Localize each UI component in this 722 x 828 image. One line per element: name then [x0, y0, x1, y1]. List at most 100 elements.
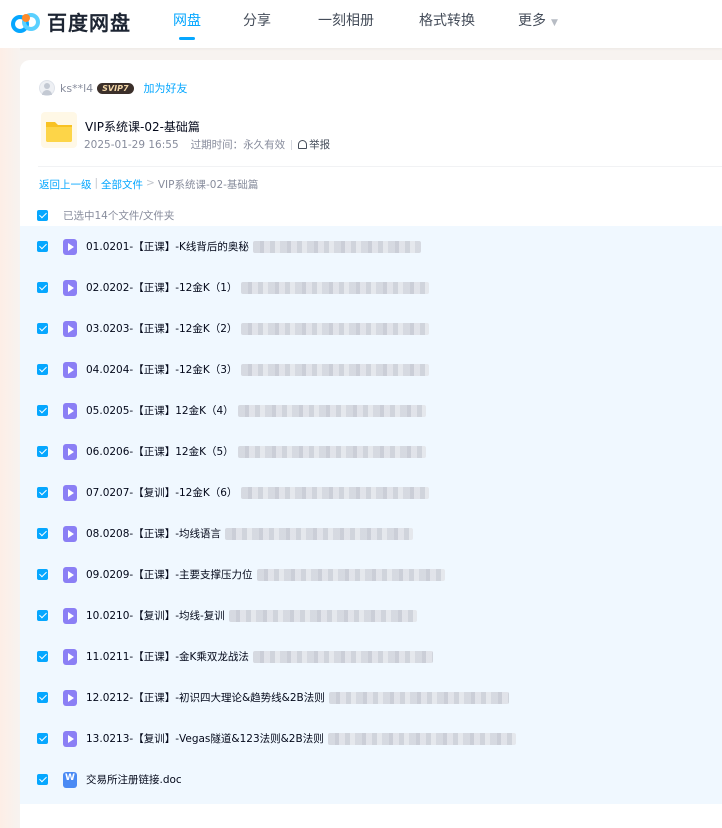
video-file-icon	[63, 607, 77, 624]
folder-title: VIP系统课-02-基础篇	[85, 120, 200, 134]
file-name[interactable]: 02.0202-【正课】-12金K（1）	[86, 280, 237, 295]
select-all-row: 已选中14个文件/文件夹	[37, 208, 174, 223]
file-row[interactable]: 13.0213-【复训】-Vegas隧道&123法则&2B法则	[20, 718, 722, 759]
file-checkbox[interactable]	[37, 241, 48, 252]
nav-tab-more[interactable]: 更多 ▼	[518, 0, 558, 48]
video-file-icon	[63, 484, 77, 501]
video-file-icon	[63, 443, 77, 460]
blurred-filename-tail	[252, 240, 421, 253]
file-row[interactable]: 07.0207-【复训】-12金K（6）	[20, 472, 722, 513]
alarm-icon	[298, 140, 308, 149]
blurred-filename-tail	[241, 281, 430, 294]
video-file-icon	[63, 361, 77, 378]
file-row[interactable]: 11.0211-【正课】-金K乘双龙战法	[20, 636, 722, 677]
logo[interactable]: 百度网盘	[11, 10, 131, 36]
nav-tab-label: 格式转换	[419, 13, 475, 29]
blurred-filename-tail	[225, 527, 413, 540]
blurred-filename-tail	[241, 363, 430, 376]
nav-tab-label: 更多	[518, 13, 546, 29]
file-name[interactable]: 12.0212-【正课】-初识四大理论&趋势线&2B法则	[86, 690, 325, 705]
top-nav-bar: 百度网盘 网盘 分享 一刻相册 格式转换 更多 ▼	[0, 0, 722, 48]
svip-badge: SVIP7	[97, 82, 134, 94]
file-name[interactable]: 05.0205-【正课】12金K（4）	[86, 403, 234, 418]
file-list: 01.0201-【正课】-K线背后的奥秘 02.0202-【正课】-12金K（1…	[20, 226, 722, 804]
divider	[291, 139, 293, 150]
file-checkbox[interactable]	[37, 282, 48, 293]
sharer-info: ks**l4 SVIP7 加为好友	[39, 80, 188, 96]
nav-tab-label: 一刻相册	[318, 13, 374, 29]
breadcrumb-back-link[interactable]: 返回上一级	[39, 177, 92, 192]
file-row[interactable]: 12.0212-【正课】-初识四大理论&趋势线&2B法则	[20, 677, 722, 718]
file-checkbox[interactable]	[37, 528, 48, 539]
select-all-checkbox[interactable]	[37, 210, 48, 221]
logo-text: 百度网盘	[47, 11, 131, 35]
file-name[interactable]: 06.0206-【正课】12金K（5）	[86, 444, 234, 459]
file-row[interactable]: 03.0203-【正课】-12金K（2）	[20, 308, 722, 349]
file-checkbox[interactable]	[37, 487, 48, 498]
file-row[interactable]: 01.0201-【正课】-K线背后的奥秘	[20, 226, 722, 267]
chevron-down-icon: ▼	[551, 18, 558, 28]
video-file-icon	[63, 525, 77, 542]
breadcrumb-separator: >	[146, 177, 155, 189]
file-name[interactable]: 07.0207-【复训】-12金K（6）	[86, 485, 237, 500]
blurred-filename-tail	[256, 568, 445, 581]
file-checkbox[interactable]	[37, 610, 48, 621]
blurred-filename-tail	[327, 732, 516, 745]
file-name[interactable]: 11.0211-【正课】-金K乘双龙战法	[86, 649, 249, 664]
header-divider	[38, 166, 722, 167]
word-doc-icon	[63, 771, 77, 788]
file-name[interactable]: 13.0213-【复训】-Vegas隧道&123法则&2B法则	[86, 731, 324, 746]
file-name[interactable]: 08.0208-【正课】-均线语言	[86, 526, 221, 541]
nav-tab-share[interactable]: 分享	[243, 0, 271, 48]
file-row[interactable]: 02.0202-【正课】-12金K（1）	[20, 267, 722, 308]
file-row[interactable]: 10.0210-【复训】-均线-复训	[20, 595, 722, 636]
report-button[interactable]: 举报	[298, 137, 330, 152]
file-checkbox[interactable]	[37, 651, 48, 662]
file-name[interactable]: 03.0203-【正课】-12金K（2）	[86, 321, 237, 336]
blurred-filename-tail	[328, 691, 509, 704]
baidu-netdisk-logo-icon	[11, 13, 40, 33]
file-checkbox[interactable]	[37, 446, 48, 457]
sharer-name: ks**l4	[60, 81, 94, 95]
blurred-filename-tail	[237, 445, 426, 458]
file-checkbox[interactable]	[37, 733, 48, 744]
video-file-icon	[63, 566, 77, 583]
video-file-icon	[63, 648, 77, 665]
file-name[interactable]: 09.0209-【正课】-主要支撑压力位	[86, 567, 253, 582]
nav-tab-format-convert[interactable]: 格式转换	[419, 0, 475, 48]
breadcrumb: 返回上一级 | 全部文件 > VIP系统课-02-基础篇	[39, 177, 258, 192]
created-time: 2025-01-29 16:55	[84, 138, 179, 151]
blurred-filename-tail	[241, 486, 430, 499]
file-checkbox[interactable]	[37, 364, 48, 375]
file-name[interactable]: 10.0210-【复训】-均线-复训	[86, 608, 225, 623]
file-checkbox[interactable]	[37, 692, 48, 703]
file-name[interactable]: 交易所注册链接.doc	[86, 772, 182, 787]
add-friend-link[interactable]: 加为好友	[144, 80, 188, 96]
blurred-filename-tail	[228, 609, 417, 622]
file-row[interactable]: 09.0209-【正课】-主要支撑压力位	[20, 554, 722, 595]
video-file-icon	[63, 689, 77, 706]
folder-meta: 2025-01-29 16:55 过期时间：永久有效 举报	[84, 137, 330, 152]
list-footer	[20, 804, 722, 828]
nav-tab-label: 网盘	[173, 13, 201, 29]
avatar-icon[interactable]	[39, 80, 55, 96]
blurred-filename-tail	[237, 404, 426, 417]
file-checkbox[interactable]	[37, 569, 48, 580]
page-gutter	[0, 48, 20, 828]
breadcrumb-all-files-link[interactable]: 全部文件	[101, 177, 143, 192]
file-row[interactable]: 05.0205-【正课】12金K（4）	[20, 390, 722, 431]
file-row[interactable]: 交易所注册链接.doc	[20, 759, 722, 800]
selection-count: 已选中14个文件/文件夹	[63, 210, 175, 222]
nav-tab-moment-album[interactable]: 一刻相册	[318, 0, 374, 48]
file-checkbox[interactable]	[37, 405, 48, 416]
file-row[interactable]: 06.0206-【正课】12金K（5）	[20, 431, 722, 472]
file-name[interactable]: 01.0201-【正课】-K线背后的奥秘	[86, 239, 249, 254]
file-row[interactable]: 04.0204-【正课】-12金K（3）	[20, 349, 722, 390]
breadcrumb-current: VIP系统课-02-基础篇	[157, 179, 259, 191]
file-row[interactable]: 08.0208-【正课】-均线语言	[20, 513, 722, 554]
file-checkbox[interactable]	[37, 323, 48, 334]
file-checkbox[interactable]	[37, 774, 48, 785]
nav-tab-netdisk[interactable]: 网盘	[168, 0, 206, 48]
file-name[interactable]: 04.0204-【正课】-12金K（3）	[86, 362, 237, 377]
expiry-time: 过期时间：永久有效	[190, 139, 286, 151]
